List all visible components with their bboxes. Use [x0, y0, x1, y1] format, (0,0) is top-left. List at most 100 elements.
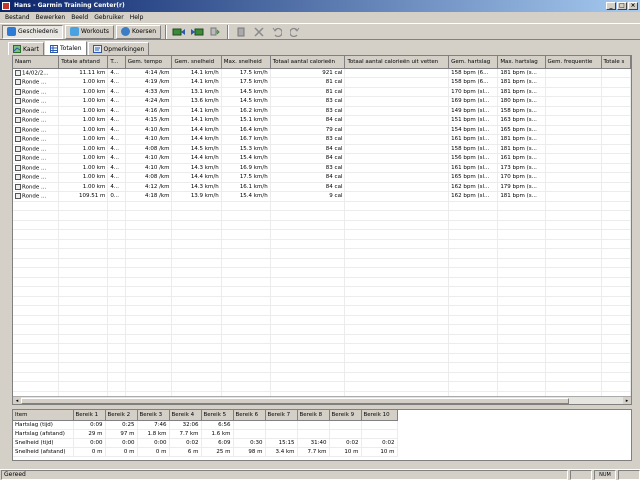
zone-column-header[interactable]: Bereik 9: [329, 410, 362, 421]
table-cell: 13.6 km/h: [171, 96, 222, 107]
table-cell: [545, 381, 602, 392]
receive-from-device-button[interactable]: [171, 25, 187, 39]
tab-geschiedenis[interactable]: Geschiedenis: [2, 24, 64, 39]
table-cell: [601, 172, 631, 183]
zone-cell: 0:00: [137, 438, 170, 448]
lap-row[interactable]: Ronde ... 109.51 m 0... 4:18 /km 13.9 km/h 15…: [13, 191, 631, 202]
zone-column-header[interactable]: Item: [13, 410, 74, 421]
zone-column-header[interactable]: Bereik 2: [105, 410, 138, 421]
lap-row[interactable]: Ronde ... 1.00 km 4... 4:12 /km 14.3 km/h 16.…: [13, 182, 631, 192]
zone-cell: 7:46: [137, 420, 170, 430]
scroll-right-icon[interactable]: ▸: [623, 397, 631, 404]
table-cell: [497, 381, 546, 392]
lap-row[interactable]: Ronde ... 1.00 km 4... 4:08 /km 14.4 km/h 17.…: [13, 172, 631, 183]
lap-row[interactable]: Ronde ... 1.00 km 4... 4:33 /km 13.1 km/h 14.…: [13, 87, 631, 97]
menu-help[interactable]: Help: [127, 12, 147, 23]
export-button[interactable]: [207, 25, 223, 39]
tab-opmerkingen[interactable]: Opmerkingen: [87, 42, 150, 55]
menu-bewerken[interactable]: Bewerken: [33, 12, 69, 23]
scroll-left-icon[interactable]: ◂: [13, 397, 21, 404]
menu-bestand[interactable]: Bestand: [2, 12, 33, 23]
table-cell: 4...: [107, 125, 126, 135]
table-cell: [545, 210, 602, 221]
table-cell: [221, 201, 271, 211]
lap-row[interactable]: Ronde ... 1.00 km 4... 4:10 /km 14.4 km/h 16.…: [13, 125, 631, 135]
zone-row: Snelheid (afstand) 0 m0 m0 m6 m 25 m 98 m 3.…: [13, 447, 398, 457]
lap-icon: [15, 164, 21, 171]
lap-row[interactable]: Ronde ... 1.00 km 4... 4:15 /km 14.1 km/h 15.…: [13, 115, 631, 126]
column-header[interactable]: Totaal aantal calorieën: [270, 56, 346, 69]
lap-row[interactable]: Ronde ... 1.00 km 4... 4:08 /km 14.5 km/h 15.…: [13, 144, 631, 154]
column-header[interactable]: Max. hartslag: [497, 56, 546, 69]
table-cell: 83 cal: [270, 163, 346, 173]
table-cell: [221, 210, 271, 221]
menu-beeld[interactable]: Beeld: [68, 12, 91, 23]
zone-cell: 0:02: [329, 438, 362, 448]
table-cell: Ronde ...: [13, 153, 60, 164]
table-cell: 1.00 km: [58, 144, 109, 154]
table-cell: [270, 334, 346, 344]
tab-workouts[interactable]: Workouts: [65, 24, 114, 39]
zone-column-header[interactable]: Bereik 6: [233, 410, 266, 421]
lap-row[interactable]: Ronde ... 1.00 km 4... 4:10 /km 14.3 km/h 16.…: [13, 163, 631, 173]
lap-row[interactable]: Ronde ... 1.00 km 4... 4:16 /km 14.1 km/h 16.…: [13, 106, 631, 116]
maximize-button[interactable]: □: [617, 2, 627, 10]
column-header[interactable]: Gem. snelheid: [171, 56, 222, 69]
table-cell: [497, 201, 546, 211]
lap-row[interactable]: Ronde ... 1.00 km 4... 4:10 /km 14.4 km/h 16.…: [13, 134, 631, 145]
activity-row[interactable]: 14/02/2... 11.11 km 4... 4:14 /km 14.1 km/h 1…: [13, 68, 631, 78]
zone-column-header[interactable]: Bereik 7: [265, 410, 298, 421]
column-header[interactable]: Max. snelheid: [221, 56, 271, 69]
delete-button[interactable]: [251, 25, 267, 39]
tab-opmerkingen-label: Opmerkingen: [103, 45, 145, 53]
table-cell: [344, 201, 450, 211]
table-cell: [125, 286, 173, 297]
column-header[interactable]: Gem. tempo: [125, 56, 173, 69]
lap-row[interactable]: Ronde ... 1.00 km 4... 4:24 /km 13.6 km/h 14.…: [13, 96, 631, 107]
zone-cell: [297, 429, 330, 439]
table-cell: 158 bpm (sl...: [448, 144, 499, 154]
table-cell: [125, 324, 173, 335]
table-cell: [13, 343, 60, 354]
column-header[interactable]: Totale s: [601, 56, 631, 69]
zone-cell: 0:00: [105, 438, 138, 448]
send-to-device-button[interactable]: [189, 25, 205, 39]
undo-icon: [272, 27, 283, 37]
redo-button[interactable]: [287, 25, 303, 39]
scrollbar-thumb[interactable]: [21, 398, 569, 404]
close-button[interactable]: ×: [628, 2, 638, 10]
lap-row[interactable]: Ronde ... 1.00 km 4... 4:19 /km 14.1 km/h 17.…: [13, 77, 631, 88]
zone-column-header[interactable]: Bereik 1: [73, 410, 106, 421]
toolbar-separator-2: [227, 24, 230, 39]
table-cell: [601, 362, 631, 373]
column-header[interactable]: Totaal aantal calorieën uit vetten: [344, 56, 450, 69]
zone-column-header[interactable]: Bereik 8: [297, 410, 330, 421]
zone-column-header[interactable]: Bereik 3: [137, 410, 170, 421]
table-cell: 14.1 km/h: [171, 106, 222, 116]
horizontal-scrollbar[interactable]: ◂ ▸: [13, 396, 631, 404]
undo-button[interactable]: [269, 25, 285, 39]
zones-grid: Item Bereik 1 Bereik 2 Bereik 3 Bereik 4 Bere…: [12, 409, 632, 461]
zone-column-header[interactable]: Bereik 5: [201, 410, 234, 421]
tab-kaart[interactable]: Kaart: [8, 42, 45, 55]
paste-button[interactable]: [233, 25, 249, 39]
minimize-button[interactable]: _: [606, 2, 616, 10]
table-cell: 14.1 km/h: [171, 115, 222, 126]
table-cell: [221, 381, 271, 392]
column-header[interactable]: Totale afstand: [58, 56, 109, 69]
column-header[interactable]: Naam: [13, 56, 60, 69]
table-cell: 81 cal: [270, 77, 346, 88]
zone-column-header[interactable]: Bereik 4: [169, 410, 202, 421]
table-cell: [344, 96, 450, 107]
tab-koersen[interactable]: Koersen: [115, 24, 162, 39]
menu-gebruiker[interactable]: Gebruiker: [91, 12, 127, 23]
column-header[interactable]: T...: [107, 56, 126, 69]
column-header[interactable]: Gem. frequentie: [545, 56, 602, 69]
zone-column-header[interactable]: Bereik 10: [361, 410, 398, 421]
column-header[interactable]: Gem. hartslag: [448, 56, 499, 69]
table-cell: [497, 239, 546, 249]
lap-row[interactable]: Ronde ... 1.00 km 4... 4:10 /km 14.4 km/h 15.…: [13, 153, 631, 164]
table-cell: [270, 248, 346, 259]
tab-totalen[interactable]: Totalen: [45, 41, 87, 55]
table-cell: 4...: [107, 77, 126, 88]
